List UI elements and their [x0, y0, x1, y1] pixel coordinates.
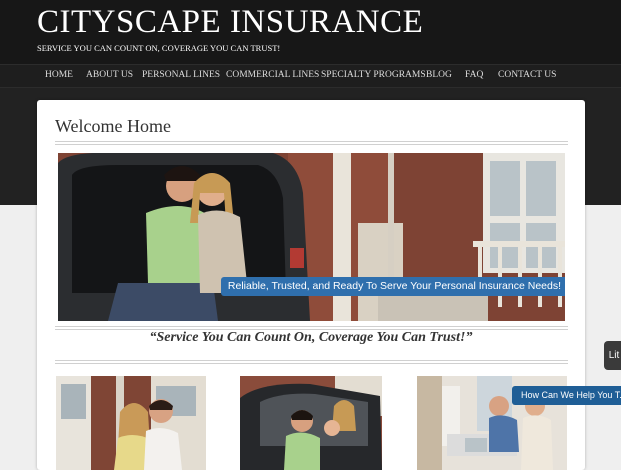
- nav-contact-us[interactable]: CONTACT US: [498, 70, 556, 80]
- nav-specialty-programs[interactable]: SPECIALTY PROGRAMS: [321, 70, 426, 80]
- content-card: Welcome Home Reliable, Trusted, and Read…: [37, 100, 585, 470]
- nav-home[interactable]: HOME: [45, 70, 73, 80]
- thumbnail-home-photo: [56, 376, 206, 470]
- side-widget-tab[interactable]: Lit: [604, 341, 621, 370]
- thumbnail-auto-photo: [240, 376, 382, 470]
- hero-image: Reliable, Trusted, and Ready To Serve Yo…: [58, 153, 565, 321]
- slogan: “Service You Can Count On, Coverage You …: [149, 330, 473, 345]
- divider: [55, 360, 568, 364]
- thumbnail-auto[interactable]: [240, 376, 382, 470]
- help-chat-button[interactable]: How Can We Help You T...: [512, 386, 621, 405]
- nav-personal-lines[interactable]: PERSONAL LINES: [142, 70, 220, 80]
- nav-blog[interactable]: BLOG: [426, 70, 452, 80]
- nav-about-us[interactable]: ABOUT US: [86, 70, 133, 80]
- divider: [55, 141, 568, 145]
- thumbnail-home[interactable]: [56, 376, 206, 470]
- page-title: Welcome Home: [55, 116, 172, 136]
- hero-banner: Reliable, Trusted, and Ready To Serve Yo…: [221, 277, 565, 296]
- nav-faq[interactable]: FAQ: [465, 70, 483, 80]
- site-tagline: SERVICE YOU CAN COUNT ON, COVERAGE YOU C…: [37, 43, 281, 53]
- nav-commercial-lines[interactable]: COMMERCIAL LINES: [226, 70, 319, 80]
- site-header: CITYSCAPE INSURANCE SERVICE YOU CAN COUN…: [0, 0, 621, 64]
- main-nav: HOME ABOUT US PERSONAL LINES COMMERCIAL …: [0, 64, 621, 88]
- site-logo-title[interactable]: CITYSCAPE INSURANCE: [37, 4, 423, 41]
